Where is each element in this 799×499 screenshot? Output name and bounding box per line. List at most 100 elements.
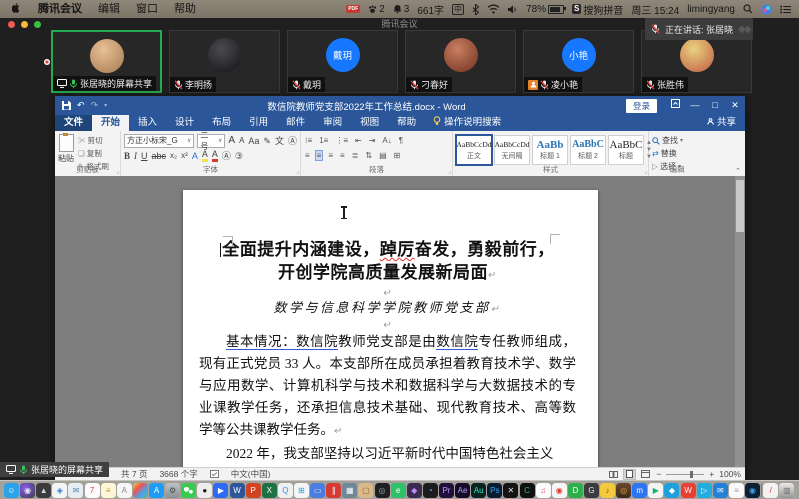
scrollbar-thumb[interactable] (736, 180, 744, 232)
font-dialog-launcher[interactable]: ⌟ (296, 168, 299, 175)
dock-blue-app[interactable]: ◆ (664, 483, 679, 498)
style-card-标题 1[interactable]: AaBb标题 1 (532, 135, 568, 165)
dock-display-prefs[interactable]: ▭ (310, 483, 325, 498)
word-count-status[interactable]: 661字 (417, 2, 444, 17)
dock-black-editor-app[interactable]: ✕ (503, 483, 518, 498)
style-card-无间隔[interactable]: AaBbCcDd无间隔 (494, 135, 530, 165)
dock-finder[interactable]: ☺ (4, 483, 19, 498)
zoom-slider-thumb[interactable] (690, 471, 693, 478)
dock-powerpoint[interactable]: P (246, 483, 261, 498)
menu-help[interactable]: 帮助 (174, 0, 196, 18)
increase-indent-button[interactable]: ⇥ (368, 136, 377, 145)
paw-status-icon[interactable]: 2 (368, 4, 385, 15)
copy-button[interactable]: ❏ 复制 (78, 148, 109, 159)
minimize-button[interactable]: — (685, 96, 705, 115)
ime-status-icon[interactable]: 中 (452, 4, 464, 15)
line-spacing-button[interactable]: ⇅ (364, 151, 373, 160)
dock-quicktime[interactable]: Q (278, 483, 293, 498)
dock-dictionary-app[interactable]: D (568, 483, 583, 498)
shrink-font-button[interactable]: A (239, 135, 244, 147)
dock-safari[interactable]: ◈ (52, 483, 67, 498)
zoom-level[interactable]: 100% (719, 469, 741, 479)
menu-window[interactable]: 窗口 (136, 0, 158, 18)
close-window-button[interactable] (8, 21, 15, 28)
redo-icon[interactable]: ↷ (91, 100, 99, 111)
tab-邮件[interactable]: 邮件 (277, 115, 314, 131)
tab-设计[interactable]: 设计 (166, 115, 203, 131)
dock-launchpad[interactable]: ▲ (36, 483, 51, 498)
font-color-button[interactable]: A (212, 150, 218, 162)
tab-插入[interactable]: 插入 (129, 115, 166, 131)
paste-button[interactable]: 粘贴 (58, 133, 74, 166)
siri-menubar-icon[interactable] (761, 4, 772, 15)
dock-cinema4d[interactable]: ◔ (423, 483, 438, 498)
print-layout-icon[interactable] (624, 470, 635, 479)
menubar-clock[interactable]: 周三 15:24 (631, 2, 679, 17)
dock-wechat[interactable] (181, 483, 196, 498)
dock-parallels[interactable]: ∥ (326, 483, 341, 498)
zoom-window-button[interactable] (34, 21, 41, 28)
subscript-button[interactable]: x₂ (170, 150, 177, 162)
dock-after-effects[interactable]: Ae (455, 483, 470, 498)
dock-final-cut-pro[interactable]: ◆ (407, 483, 422, 498)
page-count[interactable]: 共 7 页 (121, 468, 147, 480)
tab-文件[interactable]: 文件 (55, 115, 92, 131)
restore-button[interactable]: □ (705, 96, 725, 115)
share-button[interactable]: 共享 (698, 114, 745, 131)
tab-开始[interactable]: 开始 (92, 115, 129, 131)
dock-gif-app[interactable]: G (584, 483, 599, 498)
dock-mail[interactable]: ✉ (68, 483, 83, 498)
dock-system-preferences[interactable]: ⚙ (165, 483, 180, 498)
bold-button[interactable]: B (124, 150, 130, 162)
dock-pdf-reader[interactable]: / (763, 483, 778, 498)
style-card-正文[interactable]: AaBbCcDd正文 (456, 135, 492, 165)
character-shading-button[interactable]: Ⓐ (222, 150, 231, 162)
tab-审阅[interactable]: 审阅 (314, 115, 351, 131)
dock-qq-mail[interactable]: ✉ (713, 483, 728, 498)
menu-app-name[interactable]: 腾讯会议 (38, 0, 82, 18)
dock-dark-circle-app[interactable]: ◎ (375, 483, 390, 498)
tab-帮助[interactable]: 帮助 (388, 115, 425, 131)
signin-button[interactable]: 登录 (626, 99, 657, 113)
close-button[interactable]: ✕ (725, 96, 745, 115)
dock-camtasia[interactable]: C (520, 483, 535, 498)
battery-indicator[interactable]: 78% (526, 4, 564, 15)
clipboard-dialog-launcher[interactable]: ⌟ (116, 168, 119, 175)
pdf-menubar-icon[interactable]: PDF (346, 5, 360, 13)
proofing-icon[interactable] (210, 470, 219, 479)
dock-excel[interactable]: X (262, 483, 277, 498)
participant-tile[interactable]: 刁春好 (405, 30, 516, 93)
bell-status-icon[interactable]: 3 (393, 4, 410, 15)
style-card-标题[interactable]: AaBbC标题 (608, 135, 644, 165)
language-status[interactable]: 中文(中国) (231, 468, 271, 480)
vertical-scrollbar[interactable] (735, 176, 745, 467)
dock-qq[interactable]: ● (197, 483, 212, 498)
dock-music-yellow-app[interactable]: ♪ (600, 483, 615, 498)
zoom-out-button[interactable]: − (656, 469, 661, 479)
read-mode-icon[interactable] (608, 470, 619, 479)
font-size-combo[interactable]: 二号∨ (197, 134, 225, 148)
dock-mindmap-app[interactable]: m (632, 483, 647, 498)
grow-font-button[interactable]: A (228, 135, 235, 147)
zoom-slider[interactable] (666, 474, 704, 475)
dock-tencent-meeting[interactable]: ▶ (213, 483, 228, 498)
qat-customize-icon[interactable]: ▾ (104, 102, 107, 109)
sort-button[interactable]: A↓ (381, 136, 392, 145)
styles-dialog-launcher[interactable]: ⌟ (644, 168, 647, 175)
superscript-button[interactable]: x² (181, 150, 188, 162)
show-marks-button[interactable]: ¶ (398, 136, 404, 145)
dock-wps[interactable]: W (681, 483, 696, 498)
strikethrough-button[interactable]: abc (152, 150, 167, 162)
dock-tencent-video[interactable]: ▶ (648, 483, 663, 498)
minimize-window-button[interactable] (21, 21, 28, 28)
style-card-标题 2[interactable]: AaBbC标题 2 (570, 135, 606, 165)
change-case-button[interactable]: Aa (248, 135, 259, 147)
distribute-button[interactable]: ≣ (351, 151, 360, 160)
align-left-button[interactable]: ≡ (304, 151, 311, 160)
character-border-button[interactable]: Ⓐ (288, 135, 297, 147)
enclose-characters-button[interactable]: ③ (235, 150, 243, 162)
menubar-user[interactable]: limingyang (687, 4, 735, 15)
multilevel-list-button[interactable]: ⋮≡ (334, 136, 349, 145)
dock-audition[interactable]: Au (471, 483, 486, 498)
dock-itunes[interactable]: ♫ (536, 483, 551, 498)
